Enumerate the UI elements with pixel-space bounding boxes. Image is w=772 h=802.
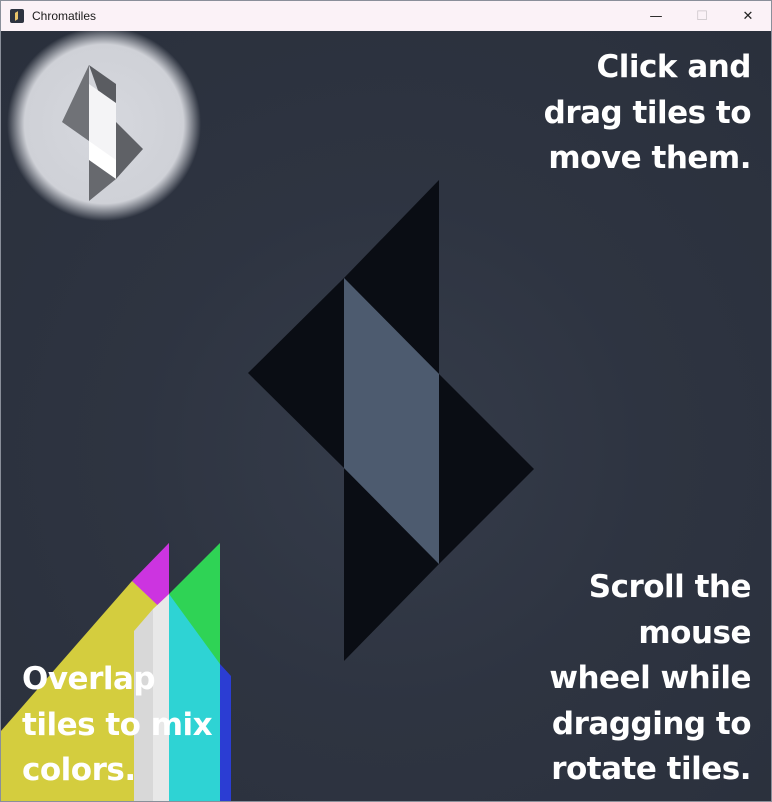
app-icon — [10, 9, 24, 23]
rotate-hint: Scroll the mouse wheel while dragging to… — [491, 565, 751, 793]
close-button[interactable]: ✕ — [725, 1, 771, 31]
title-bar[interactable]: Chromatiles — ☐ ✕ — [1, 1, 771, 31]
rotate-hint-line: wheel while — [549, 660, 751, 696]
dark-tile-right[interactable] — [439, 374, 534, 564]
mix-hint: Overlap tiles to mix colors. — [22, 657, 222, 794]
maximize-icon: ☐ — [696, 8, 708, 24]
mix-hint-line: Overlap — [22, 661, 156, 697]
mix-hint-line: tiles to mix — [22, 706, 213, 743]
drag-hint-line: drag tiles to — [543, 94, 752, 131]
maximize-button[interactable]: ☐ — [679, 1, 725, 31]
game-canvas[interactable]: Click and drag tiles to move them. Scrol… — [1, 31, 771, 801]
window-title: Chromatiles — [32, 9, 97, 23]
drag-hint-line: move them. — [548, 140, 751, 176]
rotate-hint-line: rotate tiles. — [551, 751, 751, 787]
rotate-hint-line: mouse — [638, 614, 751, 651]
logo-badge — [7, 31, 201, 221]
rotate-hint-line: Scroll the — [588, 569, 752, 605]
drag-hint-line: Click and — [596, 49, 752, 85]
minimize-icon: — — [649, 8, 663, 24]
minimize-button[interactable]: — — [633, 1, 679, 31]
window-controls: — ☐ ✕ — [633, 1, 771, 31]
drag-hint: Click and drag tiles to move them. — [491, 45, 752, 182]
mix-hint-line: colors. — [22, 752, 136, 788]
rotate-hint-line: dragging to — [551, 705, 752, 742]
close-icon: ✕ — [742, 8, 754, 24]
app-window: Chromatiles — ☐ ✕ Click and drag tiles t… — [0, 0, 772, 802]
dark-tile-left[interactable] — [248, 278, 344, 468]
